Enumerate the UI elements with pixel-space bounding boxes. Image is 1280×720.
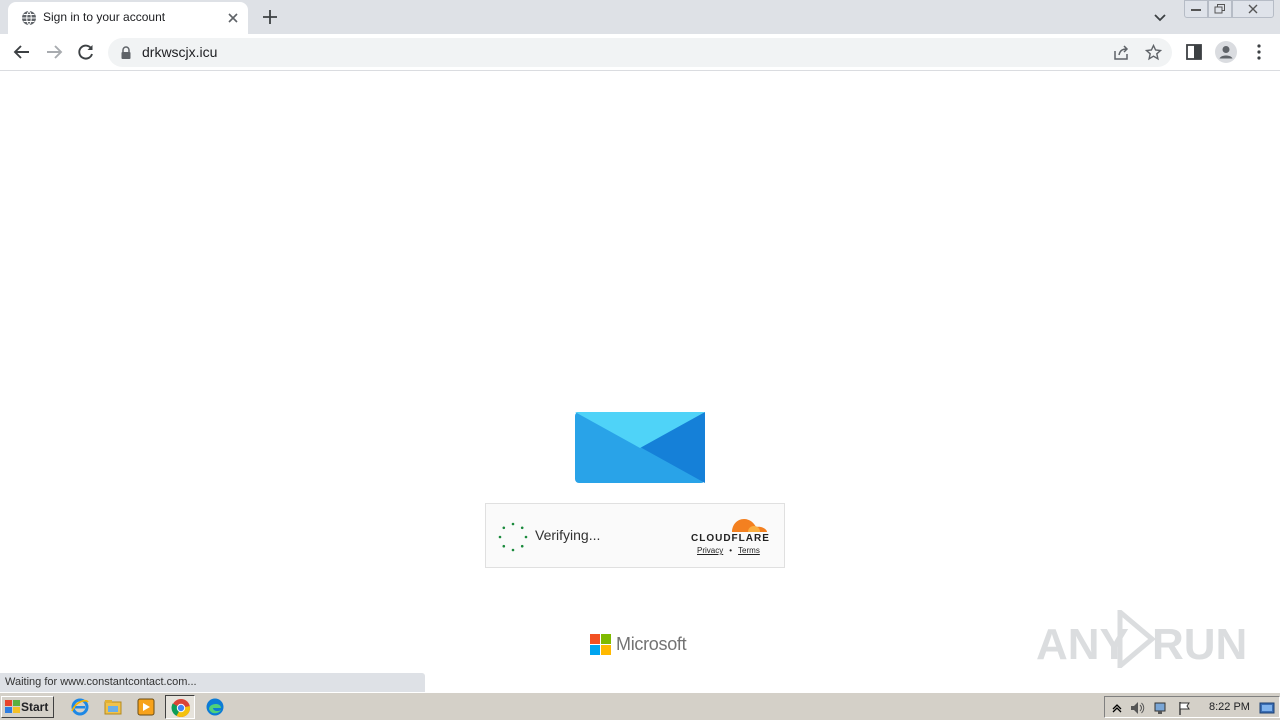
new-tab-icon[interactable]	[261, 8, 279, 26]
action-center-flag-icon[interactable]	[1177, 700, 1193, 716]
microsoft-logo-icon	[590, 634, 611, 655]
show-desktop-icon[interactable]	[1259, 700, 1275, 716]
side-panel-icon[interactable]	[1184, 42, 1204, 62]
browser-tab[interactable]: Sign in to your account	[8, 2, 248, 34]
play-icon	[1117, 610, 1156, 668]
terms-link[interactable]: Terms	[738, 546, 760, 555]
chrome-taskbar-button[interactable]	[165, 695, 195, 719]
watermark-left-text: ANY	[1036, 620, 1129, 669]
tab-strip: Sign in to your account	[0, 0, 1280, 34]
volume-icon[interactable]	[1129, 700, 1145, 716]
media-player-icon[interactable]	[136, 697, 156, 717]
watermark-right-text: RUN	[1152, 620, 1248, 669]
close-tab-icon[interactable]	[225, 10, 241, 26]
verifying-text: Verifying...	[535, 527, 601, 543]
cloudflare-wordmark: CLOUDFLARE	[691, 533, 770, 544]
cloudflare-links: Privacy • Terms	[697, 546, 760, 555]
globe-icon	[22, 10, 36, 26]
minimize-icon	[1191, 9, 1201, 11]
reload-icon[interactable]	[76, 42, 96, 62]
kebab-menu-icon[interactable]	[1249, 42, 1269, 62]
windows-flag-icon	[5, 700, 20, 713]
bookmark-star-icon[interactable]	[1145, 44, 1162, 61]
taskbar-clock[interactable]: 8:22 PM	[1209, 701, 1250, 713]
taskbar: Start 8:22 PM	[0, 692, 1280, 720]
tab-title: Sign in to your account	[43, 10, 166, 24]
anyrun-watermark: ANY RUN	[1036, 606, 1247, 672]
file-explorer-icon[interactable]	[103, 697, 123, 717]
tab-search-icon[interactable]	[1152, 9, 1168, 25]
restore-icon	[1214, 4, 1225, 14]
internet-explorer-icon[interactable]	[70, 697, 90, 717]
edge-icon[interactable]	[205, 697, 225, 717]
url-text[interactable]: drkwscjx.icu	[142, 44, 217, 60]
spinner-icon	[498, 522, 528, 552]
system-tray: 8:22 PM	[1104, 696, 1280, 718]
microsoft-brand-text: Microsoft	[616, 634, 687, 654]
close-icon	[1248, 4, 1258, 14]
back-icon[interactable]	[12, 42, 32, 62]
restore-button[interactable]	[1208, 0, 1232, 18]
start-label: Start	[21, 700, 49, 714]
show-hidden-icons-icon[interactable]	[1109, 700, 1125, 716]
share-icon[interactable]	[1113, 44, 1130, 61]
browser-toolbar: drkwscjx.icu	[0, 34, 1280, 71]
profile-avatar-icon[interactable]	[1214, 40, 1238, 64]
privacy-link[interactable]: Privacy	[697, 546, 723, 555]
forward-icon[interactable]	[44, 42, 64, 62]
minimize-button[interactable]	[1184, 0, 1208, 18]
envelope-icon	[575, 412, 705, 483]
start-button[interactable]: Start	[1, 696, 54, 718]
cloudflare-turnstile-widget[interactable]: Verifying... CLOUDFLARE Privacy • Terms	[485, 503, 785, 568]
address-bar[interactable]: drkwscjx.icu	[108, 38, 1172, 67]
network-icon[interactable]	[1153, 700, 1169, 716]
status-bar: Waiting for www.constantcontact.com...	[0, 673, 425, 692]
window-close-button[interactable]	[1232, 0, 1274, 18]
lock-icon[interactable]	[120, 46, 132, 59]
link-separator: •	[729, 546, 733, 555]
chrome-icon	[171, 699, 191, 718]
